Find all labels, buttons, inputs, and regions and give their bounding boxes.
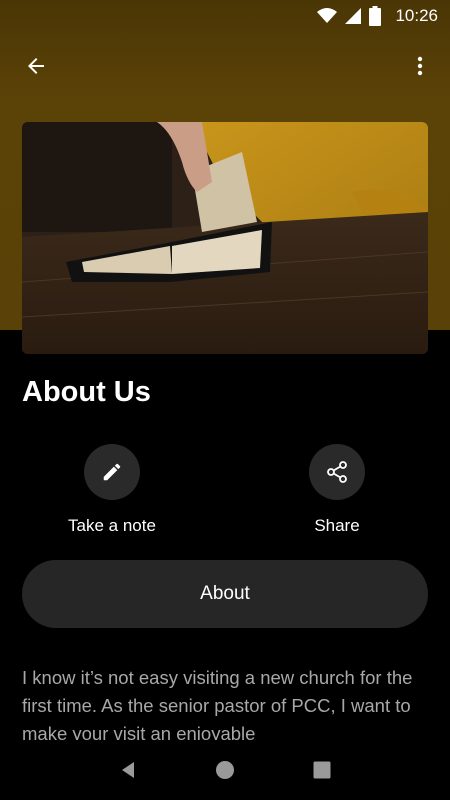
share-icon [327, 461, 347, 483]
take-note-label: Take a note [68, 516, 156, 535]
take-a-note-button[interactable]: Take a note [47, 444, 177, 536]
share-button[interactable]: Share [272, 444, 402, 536]
about-body-text: I know it’s not easy visiting a new chur… [22, 667, 413, 740]
share-label: Share [314, 516, 360, 535]
more-vert-icon [417, 56, 423, 76]
open-bible-photo [22, 122, 428, 354]
pencil-icon [103, 463, 121, 481]
back-button[interactable] [20, 50, 52, 82]
nav-back-button[interactable] [108, 750, 148, 790]
back-triangle-icon [122, 762, 135, 778]
page-title: About Us [22, 376, 151, 408]
share-icon-circle [309, 444, 365, 500]
toolbar [0, 40, 450, 92]
arrow-left-icon [28, 58, 44, 74]
status-bar: 10:26 [0, 0, 450, 32]
battery-icon [369, 6, 382, 26]
clock: 10:26 [395, 6, 438, 25]
nav-home-button[interactable] [205, 750, 245, 790]
more-options-button[interactable] [404, 50, 436, 82]
take-note-icon-circle [84, 444, 140, 500]
home-circle-icon [215, 761, 234, 779]
nav-recents-button[interactable] [302, 750, 342, 790]
cell-signal-icon [345, 8, 362, 24]
recents-square-icon [313, 761, 331, 779]
system-nav-bar [0, 740, 450, 800]
wifi-icon [317, 8, 338, 24]
about-button[interactable]: About [22, 560, 428, 628]
hero-image [22, 122, 428, 354]
